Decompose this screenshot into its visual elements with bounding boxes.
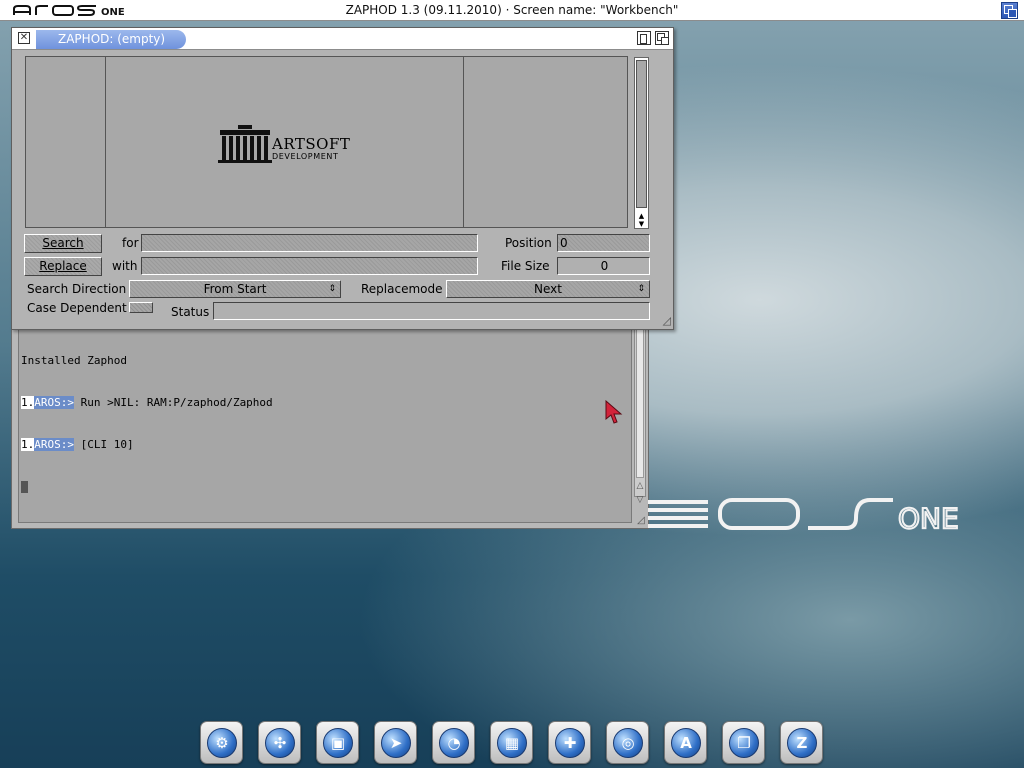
- cycle-icon: ⇕: [328, 284, 336, 294]
- zoom-icon[interactable]: [637, 31, 651, 45]
- calculator-icon: ✚: [555, 728, 585, 758]
- shell-window[interactable]: Installed Zaphod 1.AROS:> Run >NIL: RAM:…: [11, 320, 649, 529]
- for-label: for: [122, 236, 139, 250]
- ascii-pane[interactable]: [464, 57, 627, 227]
- hex-view-panes[interactable]: ARTSOFT DEVELOPMENT: [25, 56, 628, 228]
- shell-line: 1.AROS:> Run >NIL: RAM:P/zaphod/Zaphod: [21, 396, 273, 409]
- resize-icon[interactable]: ◿: [635, 515, 647, 527]
- close-icon[interactable]: ✕: [18, 32, 30, 44]
- logo-subtitle: DEVELOPMENT: [272, 152, 339, 161]
- logo-name: ARTSOFT: [272, 135, 351, 153]
- pointer-icon: ➤: [381, 728, 411, 758]
- screen-title: ZAPHOD 1.3 (09.11.2010) · Screen name: "…: [345, 3, 679, 17]
- svg-text:ONE: ONE: [898, 502, 959, 535]
- cycle-icon: ⇕: [637, 284, 645, 294]
- system-prefs-icon: ⚙: [207, 728, 237, 758]
- dock-item[interactable]: ▦: [490, 721, 533, 764]
- zaphod-window[interactable]: ✕ ZAPHOD: (empty) ARTSOFT DEVELOPMENT ▲ …: [11, 27, 674, 330]
- dock-item[interactable]: ➤: [374, 721, 417, 764]
- status-label: Status: [171, 305, 210, 319]
- shell-line: Installed Zaphod: [21, 354, 127, 367]
- case-dependent-label: Case Dependent: [27, 301, 127, 315]
- dock-item[interactable]: ◎: [606, 721, 649, 764]
- display-icon: ▣: [323, 728, 353, 758]
- dock-item[interactable]: ✚: [548, 721, 591, 764]
- mouse-pointer-icon: [605, 400, 623, 424]
- scroll-up-icon[interactable]: △: [634, 479, 646, 493]
- shell-line: 1.AROS:> [CLI 10]: [21, 438, 134, 451]
- web-browser-icon: ◎: [613, 728, 643, 758]
- dock-item[interactable]: Z: [780, 721, 823, 764]
- scroll-down-icon[interactable]: ▼: [635, 220, 648, 228]
- screen-title-bar: ONE ZAPHOD 1.3 (09.11.2010) · Screen nam…: [0, 0, 1024, 21]
- status-field: [213, 302, 650, 320]
- shell-output[interactable]: Installed Zaphod 1.AROS:> Run >NIL: RAM:…: [18, 325, 632, 523]
- scroll-up-icon[interactable]: ▲: [635, 212, 648, 220]
- hex-scrollbar[interactable]: ▲ ▼: [634, 57, 649, 229]
- position-field[interactable]: 0: [557, 234, 650, 252]
- hex-pane[interactable]: ARTSOFT DEVELOPMENT: [106, 57, 464, 227]
- resize-icon[interactable]: ◿: [663, 314, 671, 327]
- case-dependent-checkbox[interactable]: [129, 302, 153, 313]
- search-input[interactable]: [141, 234, 478, 252]
- dock-item[interactable]: ◔: [432, 721, 475, 764]
- with-label: with: [112, 259, 138, 273]
- shell-scroll-knob[interactable]: [636, 328, 644, 478]
- offset-pane[interactable]: [26, 57, 106, 227]
- dock-item[interactable]: ▣: [316, 721, 359, 764]
- zaphod-icon: Z: [787, 728, 817, 758]
- dock: ⚙ ✣ ▣ ➤ ◔ ▦ ✚ ◎ A ❐ Z: [200, 721, 828, 765]
- fonts-icon: A: [671, 728, 701, 758]
- depth-icon[interactable]: [655, 31, 669, 45]
- zaphod-title-bar[interactable]: ✕ ZAPHOD: (empty): [12, 28, 673, 50]
- dock-item[interactable]: ✣: [258, 721, 301, 764]
- search-button[interactable]: Search: [24, 234, 102, 253]
- windows-icon: ❐: [729, 728, 759, 758]
- search-direction-label: Search Direction: [27, 282, 127, 296]
- replace-button[interactable]: Replace: [24, 257, 102, 276]
- artsoft-logo: ARTSOFT DEVELOPMENT: [218, 125, 358, 165]
- replacemode-select[interactable]: Next ⇕: [446, 280, 650, 298]
- window-title: ZAPHOD: (empty): [36, 30, 186, 49]
- gate-icon: [218, 125, 272, 163]
- screen-depth-icon[interactable]: [1001, 2, 1018, 19]
- aros-one-desktop-logo-icon: ONE: [648, 498, 960, 536]
- scroll-down-icon[interactable]: ▽: [634, 493, 646, 507]
- dock-item[interactable]: ❐: [722, 721, 765, 764]
- network-icon: ✣: [265, 728, 295, 758]
- shell-scrollbar[interactable]: [634, 325, 646, 497]
- clock-icon: ◔: [439, 728, 469, 758]
- search-direction-select[interactable]: From Start ⇕: [129, 280, 341, 298]
- shell-cursor-line: [21, 480, 631, 494]
- hex-scroll-knob[interactable]: [636, 60, 647, 208]
- position-label: Position: [505, 236, 552, 250]
- browser-icon: ▦: [497, 728, 527, 758]
- dock-item[interactable]: A: [664, 721, 707, 764]
- filesize-label: File Size: [501, 259, 550, 273]
- filesize-value: 0: [557, 257, 650, 275]
- dock-item[interactable]: ⚙: [200, 721, 243, 764]
- text-cursor: [21, 481, 28, 493]
- replacemode-label: Replacemode: [361, 282, 443, 296]
- replace-input[interactable]: [141, 257, 478, 275]
